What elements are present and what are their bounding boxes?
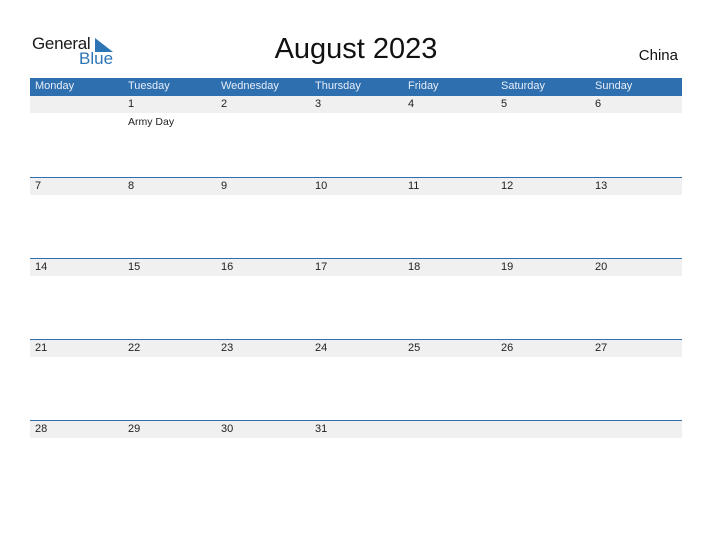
day-number: 23 [221, 342, 234, 354]
day-number: 14 [35, 261, 48, 273]
day-number: 10 [315, 180, 328, 192]
week-row: 28 29 30 31 [30, 420, 682, 501]
day-number: 2 [221, 98, 228, 110]
day-number: 24 [315, 342, 328, 354]
country-label: China [638, 47, 678, 64]
day-number: 12 [501, 180, 514, 192]
day-number: 20 [595, 261, 608, 273]
day-number: 21 [35, 342, 48, 354]
day-number: 26 [501, 342, 514, 354]
day-number: 9 [221, 180, 228, 192]
day-number: 15 [128, 261, 141, 273]
day-number: 22 [128, 342, 141, 354]
holiday-label: Army Day [128, 116, 175, 128]
weekday-tuesday: Tuesday [128, 80, 170, 92]
day-number: 19 [501, 261, 514, 273]
day-number: 29 [128, 423, 141, 435]
day-number: 7 [35, 180, 42, 192]
page-title: August 2023 [274, 33, 438, 65]
day-number: 6 [595, 98, 602, 110]
day-number: 17 [315, 261, 328, 273]
day-number: 3 [315, 98, 322, 110]
weekday-wednesday: Wednesday [221, 80, 279, 92]
day-number: 25 [408, 342, 421, 354]
day-number: 27 [595, 342, 608, 354]
weekday-monday: Monday [35, 80, 75, 92]
day-number: 30 [221, 423, 234, 435]
week-row: 21 22 23 24 25 26 27 [30, 339, 682, 420]
weekday-thursday: Thursday [315, 80, 361, 92]
day-number: 28 [35, 423, 48, 435]
weekday-friday: Friday [408, 80, 439, 92]
weekday-saturday: Saturday [501, 80, 546, 92]
day-number: 31 [315, 423, 328, 435]
day-number: 1 [128, 98, 135, 110]
day-number: 13 [595, 180, 608, 192]
day-number: 11 [408, 180, 420, 192]
week-row: 7 8 9 10 11 12 13 [30, 177, 682, 258]
day-number: 8 [128, 180, 135, 192]
weekday-header: Monday Tuesday Wednesday Thursday Friday Satu… [30, 78, 682, 96]
weekday-sunday: Sunday [595, 80, 633, 92]
week-row: 14 15 16 17 18 19 20 [30, 258, 682, 339]
day-number: 18 [408, 261, 421, 273]
day-number: 4 [408, 98, 415, 110]
week-row: 1 Army Day 2 3 4 5 6 [30, 96, 682, 177]
day-number: 5 [501, 98, 508, 110]
day-number: 16 [221, 261, 234, 273]
